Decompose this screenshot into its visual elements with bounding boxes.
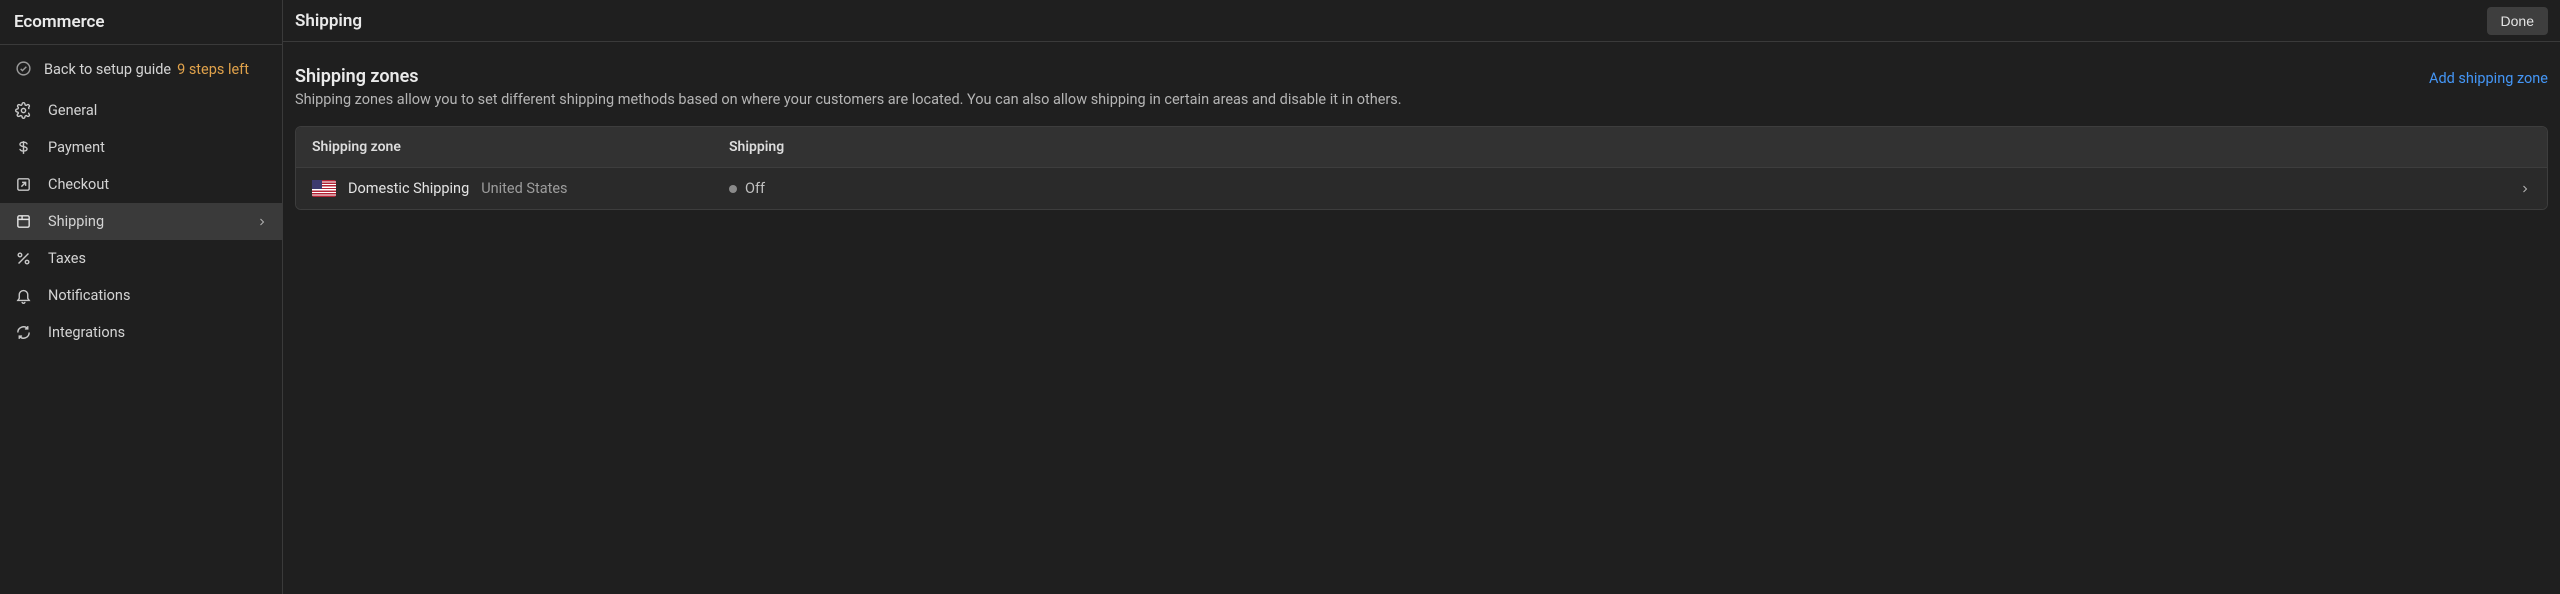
gear-icon (14, 102, 32, 119)
shipping-status: Off (745, 180, 765, 197)
sidebar-title: Ecommerce (14, 12, 268, 32)
sidebar-item-shipping[interactable]: Shipping (0, 203, 282, 240)
shipping-zones-table: Shipping zone Shipping Domestic Shipping… (295, 126, 2548, 210)
zone-region: United States (481, 180, 567, 197)
sidebar-item-label: Notifications (48, 287, 130, 304)
main-header: Shipping Done (283, 0, 2560, 42)
sidebar-item-label: Shipping (48, 213, 104, 230)
sidebar-item-general[interactable]: General (0, 92, 282, 129)
zone-name: Domestic Shipping (348, 180, 469, 197)
sidebar-item-checkout[interactable]: Checkout (0, 166, 282, 203)
sidebar-item-label: General (48, 102, 97, 119)
column-header-zone: Shipping zone (312, 139, 729, 155)
page-title: Shipping (295, 11, 362, 31)
table-row[interactable]: Domestic Shipping United States Off (296, 168, 2547, 209)
setup-guide-label: Back to setup guide (44, 61, 171, 78)
bell-icon (14, 287, 32, 304)
sidebar-item-label: Taxes (48, 250, 86, 267)
sidebar-item-notifications[interactable]: Notifications (0, 277, 282, 314)
main: Shipping Done Shipping zones Shipping zo… (283, 0, 2560, 594)
sidebar-item-label: Integrations (48, 324, 125, 341)
add-shipping-zone-link[interactable]: Add shipping zone (2429, 70, 2548, 87)
check-circle-icon (14, 60, 32, 77)
section-title: Shipping zones (295, 66, 1402, 87)
cycle-icon (14, 324, 32, 341)
done-button[interactable]: Done (2487, 7, 2548, 35)
back-to-setup-guide[interactable]: Back to setup guide 9 steps left (0, 45, 282, 92)
sidebar-item-label: Payment (48, 139, 105, 156)
chevron-right-icon (256, 216, 268, 228)
sidebar-header: Ecommerce (0, 0, 282, 45)
status-dot-icon (729, 185, 737, 193)
table-header: Shipping zone Shipping (296, 127, 2547, 168)
column-header-shipping: Shipping (729, 139, 2531, 155)
percent-icon (14, 250, 32, 267)
external-square-icon (14, 176, 32, 193)
dollar-icon (14, 139, 32, 156)
sidebar-item-taxes[interactable]: Taxes (0, 240, 282, 277)
steps-left: 9 steps left (177, 61, 249, 78)
sidebar-item-label: Checkout (48, 176, 109, 193)
sidebar-item-payment[interactable]: Payment (0, 129, 282, 166)
sidebar: Ecommerce Back to setup guide 9 steps le… (0, 0, 283, 594)
section-description: Shipping zones allow you to set differen… (295, 91, 1402, 108)
chevron-right-icon (2519, 183, 2531, 195)
sidebar-item-integrations[interactable]: Integrations (0, 314, 282, 351)
package-icon (14, 213, 32, 230)
flag-us-icon (312, 180, 336, 197)
content: Shipping zones Shipping zones allow you … (283, 42, 2560, 210)
